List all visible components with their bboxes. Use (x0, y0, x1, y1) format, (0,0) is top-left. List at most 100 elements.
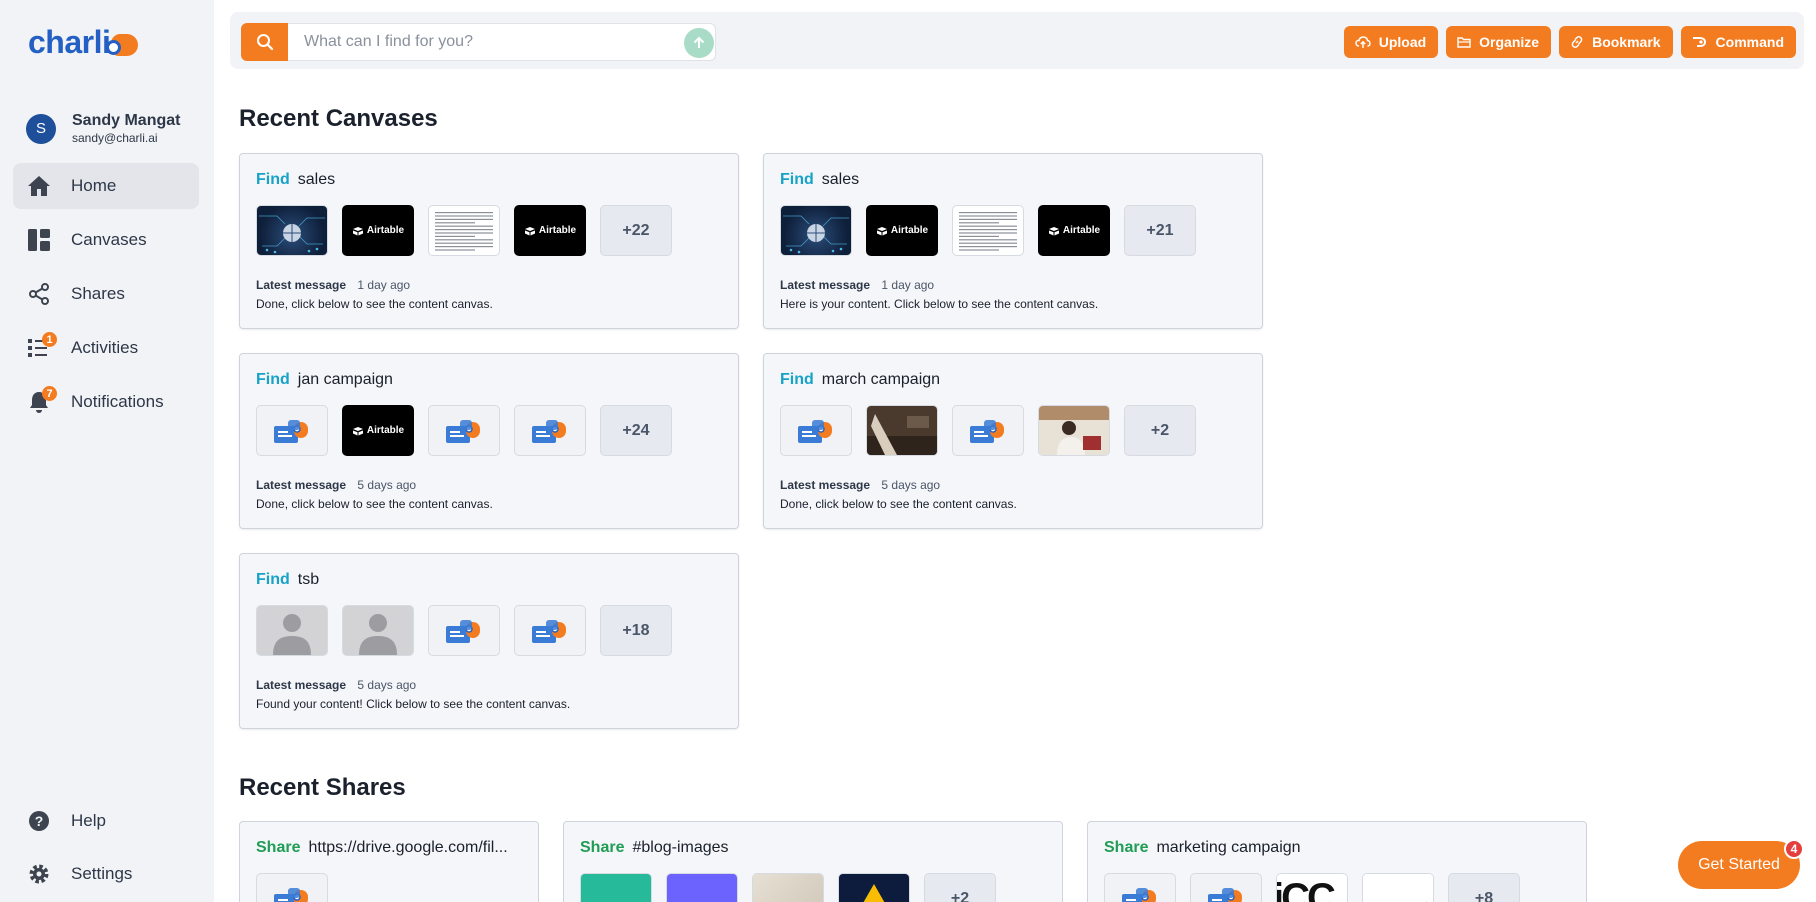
thumbnail-strip: iCC +8 (1104, 873, 1520, 902)
sidebar-item-label: Canvases (71, 230, 147, 249)
canvas-card[interactable]: Find jan campaign Airtable +24 Latest mes… (239, 353, 739, 529)
sidebar-item-settings[interactable]: Settings (13, 851, 199, 897)
user-email: sandy@charli.ai (72, 131, 158, 145)
organize-button[interactable]: Organize (1446, 26, 1552, 58)
canvas-card[interactable]: Find sales Airtable Airtable +22 Latest me… (239, 153, 739, 329)
thumbnail-airtable-logo[interactable]: Airtable (866, 205, 938, 256)
sidebar-item-help[interactable]: ? Help (13, 798, 199, 844)
upload-button[interactable]: Upload (1343, 26, 1439, 58)
thumbnail-image[interactable]: iCC (1276, 873, 1348, 902)
thumbnail-photo[interactable] (866, 405, 938, 456)
thumbnail-charli-icon[interactable] (428, 405, 500, 456)
card-kind-label: Find (256, 171, 290, 188)
organize-label: Organize (1479, 34, 1540, 50)
latest-message-label: Latest message (256, 278, 347, 292)
thumbnail-charli-icon[interactable] (952, 405, 1024, 456)
search-input[interactable] (288, 23, 716, 61)
latest-message-time: 5 days ago (881, 478, 941, 492)
card-kind-label: Find (780, 171, 814, 188)
more-items-badge[interactable]: +22 (600, 205, 672, 256)
more-items-badge[interactable]: +8 (1448, 873, 1520, 902)
thumbnail-strip: Airtable Airtable +22 (256, 205, 672, 256)
thumbnail-airtable-logo[interactable]: Airtable (342, 205, 414, 256)
bookmark-label: Bookmark (1592, 34, 1661, 50)
latest-message-text: Done, click below to see the content can… (780, 497, 1017, 511)
sidebar-item-activities[interactable]: 1 Activities (13, 325, 199, 371)
more-items-badge[interactable]: +18 (600, 605, 672, 656)
share-card[interactable]: Share https://drive.google.com/fil... (239, 821, 539, 902)
sidebar-item-shares[interactable]: Shares (13, 271, 199, 317)
thumbnail-person-placeholder[interactable] (256, 605, 328, 656)
card-header: Find sales (256, 171, 335, 189)
more-items-badge[interactable]: +2 (1124, 405, 1196, 456)
latest-message-time: 5 days ago (357, 478, 417, 492)
thumbnail-airtable-logo[interactable]: Airtable (514, 205, 586, 256)
thumbnail-document[interactable] (428, 205, 500, 256)
latest-message-row: Latest message 5 days ago (256, 478, 416, 492)
thumbnail-person-placeholder[interactable] (342, 605, 414, 656)
more-items-badge[interactable]: +24 (600, 405, 672, 456)
user-profile[interactable]: S Sandy Mangat sandy@charli.ai (26, 112, 180, 145)
latest-message-text: Done, click below to see the content can… (256, 297, 493, 311)
thumbnail-charli-icon[interactable] (256, 873, 328, 902)
canvas-card[interactable]: Find march campaign +2 Latest message 5 … (763, 353, 1263, 529)
thumbnail-charli-icon[interactable] (514, 605, 586, 656)
sidebar-item-notifications[interactable]: 7 Notifications (13, 379, 199, 425)
send-button[interactable] (684, 28, 714, 58)
bookmark-button[interactable]: Bookmark (1559, 26, 1673, 58)
command-button[interactable]: Command (1680, 26, 1796, 58)
more-items-badge[interactable]: +2 (924, 873, 996, 902)
thumbnail-charli-icon[interactable] (780, 405, 852, 456)
thumbnail-airtable-logo[interactable]: Airtable (342, 405, 414, 456)
thumbnail-image[interactable] (752, 873, 824, 902)
share-card[interactable]: Share marketing campaign iCC +8 (1087, 821, 1587, 902)
card-header: Find tsb (256, 571, 319, 589)
thumbnail-image[interactable] (666, 873, 738, 902)
thumbnail-charli-icon[interactable] (514, 405, 586, 456)
thumbnail-airtable-logo[interactable]: Airtable (1038, 205, 1110, 256)
upload-label: Upload (1378, 34, 1427, 50)
gear-icon (27, 862, 51, 886)
canvas-card[interactable]: Find tsb +18 Latest message 5 days ago F… (239, 553, 739, 729)
canvas-card[interactable]: Find sales Airtable Airtable +21 Latest me… (763, 153, 1263, 329)
thumbnail-globe-image[interactable] (256, 205, 328, 256)
thumbnail-charli-icon[interactable] (1104, 873, 1176, 902)
thumbnail-globe-image[interactable] (780, 205, 852, 256)
latest-message-row: Latest message 5 days ago (256, 678, 416, 692)
share-icon (27, 282, 51, 306)
card-header: Share marketing campaign (1104, 839, 1301, 857)
search-icon (257, 34, 274, 51)
sidebar-item-canvases[interactable]: Canvases (13, 217, 199, 263)
more-items-badge[interactable]: +21 (1124, 205, 1196, 256)
thumbnail-image[interactable] (580, 873, 652, 902)
card-kind-label: Find (780, 371, 814, 388)
thumbnail-strip (256, 873, 328, 902)
thumbnail-charli-icon[interactable] (256, 405, 328, 456)
share-card[interactable]: Share #blog-images +2 (563, 821, 1063, 902)
search-button[interactable] (241, 23, 289, 61)
thumbnail-charli-icon[interactable] (428, 605, 500, 656)
card-query: tsb (297, 571, 320, 588)
latest-message-label: Latest message (780, 278, 871, 292)
user-info: Sandy Mangat sandy@charli.ai (72, 112, 180, 145)
svg-text:?: ? (35, 813, 44, 829)
latest-message-text: Done, click below to see the content can… (256, 497, 493, 511)
card-header: Find jan campaign (256, 371, 393, 389)
upload-cloud-icon (1354, 36, 1371, 48)
thumbnail-chart-image[interactable] (1362, 873, 1434, 902)
get-started-button[interactable]: Get Started 4 (1678, 839, 1804, 889)
thumbnail-document[interactable] (952, 205, 1024, 256)
charli-logo[interactable]: charli (28, 24, 139, 61)
sidebar-item-home[interactable]: Home (13, 163, 199, 209)
card-query: jan campaign (297, 371, 393, 388)
command-icon (1692, 37, 1706, 47)
thumbnail-photo[interactable] (1038, 405, 1110, 456)
get-started-label: Get Started (1698, 856, 1780, 873)
card-kind-label: Find (256, 371, 290, 388)
thumbnail-charli-icon[interactable] (1190, 873, 1262, 902)
thumbnail-google-drive-logo[interactable] (838, 873, 910, 902)
card-query: sales (297, 171, 336, 188)
latest-message-time: 1 day ago (357, 278, 411, 292)
card-query: sales (821, 171, 860, 188)
user-name: Sandy Mangat (72, 112, 181, 129)
